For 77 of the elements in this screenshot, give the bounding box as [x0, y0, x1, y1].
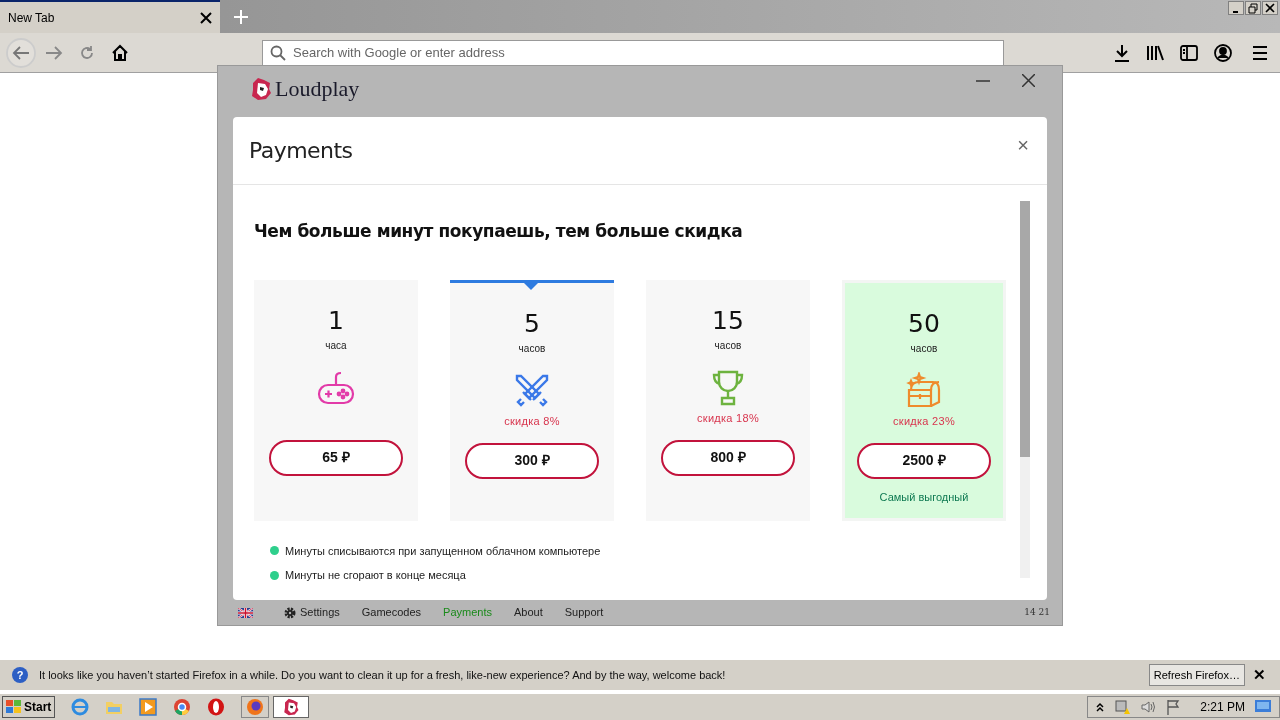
back-icon[interactable] — [6, 37, 36, 68]
close-icon[interactable] — [200, 11, 212, 24]
notification-message: It looks like you haven’t started Firefox in a while. Do you want to clean it up for a fresh, like-new experience? And by the way, welcome back! — [39, 667, 726, 683]
hours-amount: 5 — [524, 308, 540, 339]
footer-link[interactable]: Support — [564, 604, 604, 621]
dialog-title: Payments — [249, 137, 353, 165]
plan-card[interactable]: 5 часов скидка 8% 300 ₽ — [450, 279, 614, 521]
plan-card[interactable]: 15 часов скидка 18% 800 ₽ — [646, 279, 810, 521]
info-text: Минуты списываются при запущенном облачном компьютере — [285, 543, 601, 559]
lion-logo-icon — [282, 698, 301, 716]
price-button[interactable]: 2500 ₽ — [857, 442, 991, 479]
hours-amount: 50 — [908, 308, 940, 339]
address-bar[interactable]: Search with Google or enter address — [262, 39, 1004, 66]
refresh-firefox-button[interactable]: Refresh Firefox… — [1148, 664, 1245, 686]
bullet-dot-icon — [270, 546, 279, 556]
uk-flag-icon[interactable] — [238, 607, 253, 618]
start-button[interactable]: Start — [2, 696, 56, 718]
home-icon[interactable] — [111, 43, 129, 62]
footer-link[interactable]: About — [514, 604, 543, 621]
help-icon: ? — [12, 667, 28, 683]
price-button[interactable]: 800 ₽ — [661, 439, 795, 476]
info-text: Минуты не сгорают в конце месяца — [285, 568, 466, 583]
chrome-icon[interactable] — [173, 698, 192, 716]
menu-icon[interactable] — [1252, 45, 1268, 60]
close-button[interactable]: ✕ — [1253, 663, 1266, 687]
firefox-taskbar-button[interactable] — [241, 696, 270, 718]
restore-icon[interactable] — [1245, 1, 1261, 15]
price-button[interactable]: 300 ₽ — [465, 442, 599, 479]
footer-link[interactable]: Gamecodes — [361, 604, 422, 621]
sidebar-icon[interactable] — [1180, 44, 1198, 61]
discount-label: скидка 18% — [697, 411, 759, 427]
plan-card[interactable]: 1 часа 65 ₽ — [254, 279, 418, 521]
search-icon — [270, 44, 286, 61]
discount-label: скидка 23% — [893, 414, 955, 430]
hours-unit: часов — [910, 341, 938, 356]
library-icon[interactable] — [1146, 44, 1164, 61]
bullet-dot-icon — [270, 570, 279, 580]
app-title: Loudplay — [275, 75, 360, 103]
hours-unit: часов — [518, 341, 546, 356]
account-icon[interactable] — [1214, 43, 1232, 62]
hours-amount: 15 — [712, 305, 744, 336]
loudplay-taskbar-button[interactable] — [273, 696, 310, 718]
best-value-label: Самый выгодный — [879, 489, 969, 505]
flag-icon[interactable] — [1166, 699, 1181, 715]
settings-icon — [284, 606, 296, 619]
opera-icon[interactable] — [207, 698, 226, 716]
version-text: 14 21 — [1024, 605, 1050, 619]
footer-link[interactable]: Settings — [284, 604, 340, 621]
firefox-icon — [246, 698, 265, 716]
browser-tab[interactable]: New Tab — [0, 0, 220, 33]
gamepad-icon — [317, 370, 355, 405]
section-heading: Чем больше минут покупаешь, тем больше скидка — [254, 220, 743, 243]
plan-card[interactable]: 50 часов скидка 23% 2500 ₽ Самый выгодный — [842, 279, 1006, 521]
scrollbar-thumb[interactable] — [1020, 201, 1030, 457]
new-tab-icon[interactable] — [234, 10, 248, 24]
download-icon[interactable] — [1114, 43, 1130, 62]
hours-amount: 1 — [328, 305, 344, 336]
close-icon[interactable] — [1262, 1, 1278, 15]
windows-logo-icon — [6, 700, 22, 714]
reload-icon[interactable] — [79, 44, 95, 61]
treasure-chest-icon — [905, 371, 943, 410]
pointer-notch-icon — [524, 282, 538, 291]
close-icon[interactable] — [1022, 74, 1035, 87]
hours-unit: часов — [714, 338, 742, 353]
hours-unit: часа — [325, 338, 347, 353]
discount-label: скидка 8% — [504, 414, 560, 430]
lion-logo-icon — [250, 76, 272, 101]
trophy-icon — [711, 368, 745, 407]
minimize-icon[interactable] — [1228, 1, 1244, 15]
clock-time: 2:21 PM — [1200, 699, 1245, 716]
media-player-icon[interactable] — [139, 698, 158, 716]
close-button[interactable]: × — [1017, 134, 1029, 155]
chevron-up-icon[interactable] — [1096, 702, 1105, 712]
forward-icon[interactable] — [45, 44, 63, 61]
speaker-icon[interactable] — [1140, 699, 1157, 715]
show-desktop-icon[interactable] — [1255, 700, 1271, 714]
price-button[interactable]: 65 ₽ — [269, 439, 403, 476]
